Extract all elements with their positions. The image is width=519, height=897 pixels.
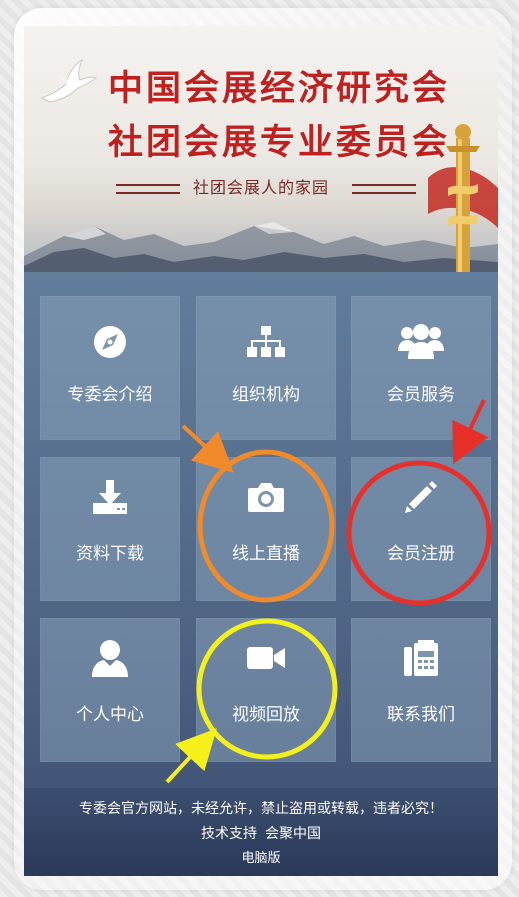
- device-frame: 中国会展经济研究会 社团会展专业委员会 社团会展人的家园 专委会介绍 组织机构 …: [0, 0, 519, 897]
- slogan-divider-right: [352, 184, 416, 194]
- menu-tile-label: 个人中心: [76, 705, 144, 725]
- menu-tile-member-registration[interactable]: 会员注册: [351, 457, 491, 601]
- tech-support-link[interactable]: 会聚中国: [265, 826, 321, 842]
- menu-tile-personal-center[interactable]: 个人中心: [40, 618, 180, 762]
- desktop-version-link[interactable]: 电脑版: [24, 847, 498, 866]
- menu-tile-label: 视频回放: [232, 705, 300, 725]
- page-footer: 专委会官方网站，未经允许，禁止盗用或转载，违者必究！ 技术支持 会聚中国 电脑版: [24, 788, 498, 876]
- org-chart-icon: [196, 322, 336, 362]
- menu-tile-downloads[interactable]: 资料下载: [40, 457, 180, 601]
- menu-tile-label: 线上直播: [232, 544, 300, 564]
- user-icon: [40, 638, 180, 678]
- menu-tile-video-replay[interactable]: 视频回放: [196, 618, 336, 762]
- menu-tile-label: 会员服务: [387, 385, 455, 405]
- menu-tile-label: 资料下载: [76, 544, 144, 564]
- menu-tile-member-services[interactable]: 会员服务: [351, 296, 491, 440]
- menu-tile-label: 会员注册: [387, 544, 455, 564]
- header-banner: 中国会展经济研究会 社团会展专业委员会 社团会展人的家园: [24, 26, 498, 272]
- tech-support-line: 技术支持 会聚中国: [24, 823, 498, 843]
- mountains-illustration: [24, 222, 498, 272]
- menu-tile-live-stream[interactable]: 线上直播: [196, 457, 336, 601]
- camera-icon: [196, 477, 336, 517]
- slogan-wrap: 社团会展人的家园: [24, 174, 498, 198]
- copyright-notice: 专委会官方网站，未经允许，禁止盗用或转载，违者必究！: [79, 801, 443, 817]
- video-camera-icon: [196, 638, 336, 678]
- menu-tile-organization[interactable]: 组织机构: [196, 296, 336, 440]
- pencil-icon: [351, 477, 491, 517]
- menu-tile-label: 联系我们: [387, 705, 455, 725]
- fax-icon: [351, 638, 491, 678]
- site-slogan: 社团会展人的家园: [192, 178, 329, 197]
- compass-icon: [40, 322, 180, 362]
- menu-grid: 专委会介绍 组织机构 会员服务 资料下载 线上直播 会员注册 个人中心 视频回放…: [40, 296, 492, 764]
- huabiao-pillar-illustration: [428, 124, 498, 272]
- menu-tile-label: 专委会介绍: [67, 385, 153, 405]
- menu-tile-about[interactable]: 专委会介绍: [40, 296, 180, 440]
- mobile-screen: 中国会展经济研究会 社团会展专业委员会 社团会展人的家园 专委会介绍 组织机构 …: [24, 26, 498, 876]
- download-icon: [40, 477, 180, 517]
- menu-tile-label: 组织机构: [232, 385, 300, 405]
- users-icon: [351, 322, 491, 362]
- menu-tile-contact-us[interactable]: 联系我们: [351, 618, 491, 762]
- tech-support-label: 技术支持: [201, 826, 257, 842]
- site-title-line-1: 中国会展经济研究会: [107, 69, 450, 109]
